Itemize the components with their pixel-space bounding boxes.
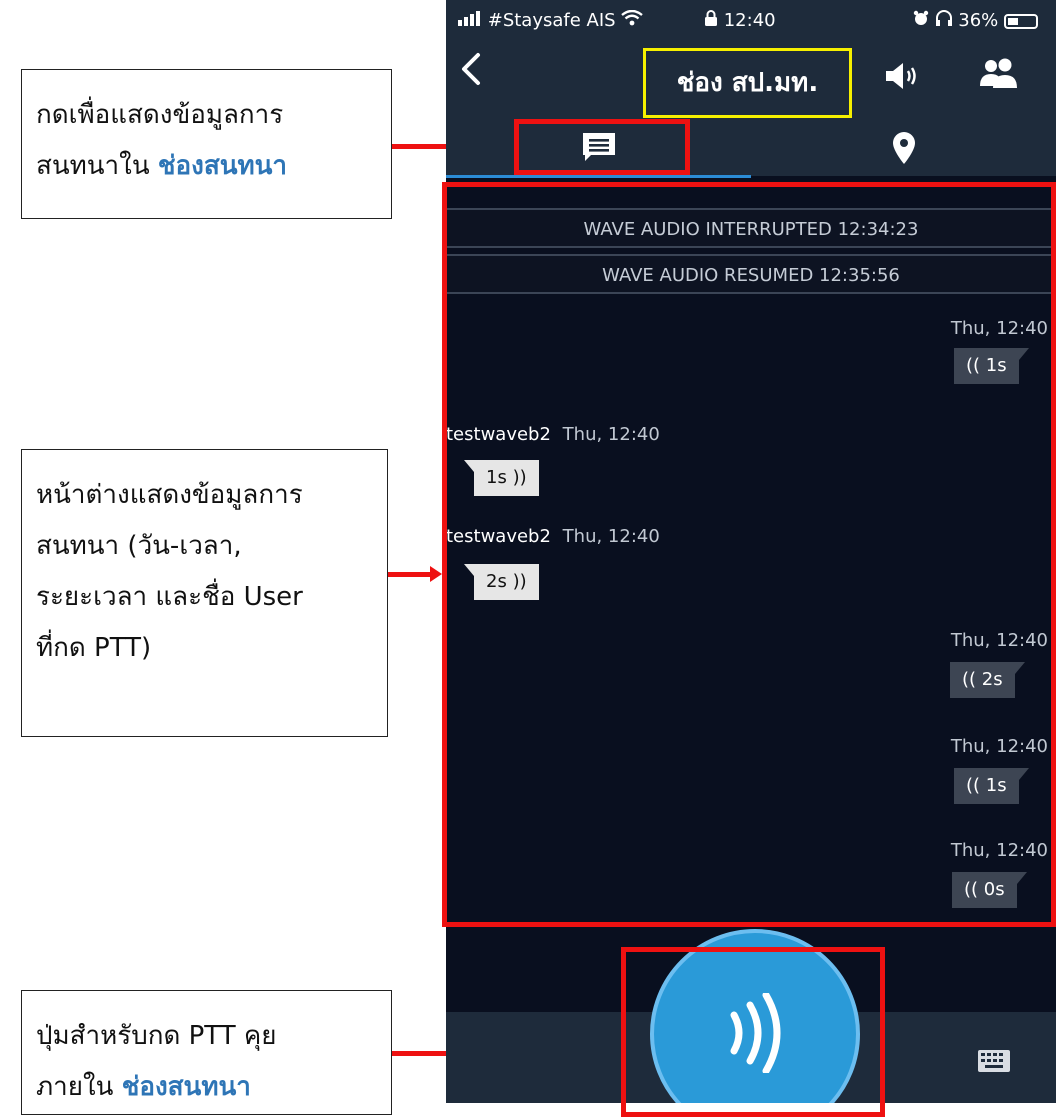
- lock-icon: [704, 10, 724, 31]
- message-timestamp: Thu, 12:40: [950, 736, 1048, 757]
- chat-icon: [581, 131, 617, 167]
- voice-message-bubble[interactable]: 2s )): [464, 564, 539, 600]
- voice-message-bubble[interactable]: (( 2s: [950, 662, 1025, 698]
- message-duration: 2s: [486, 571, 507, 592]
- message-duration: 1s: [486, 467, 507, 488]
- annotation-text: สนทนา (วัน-เวลา,: [36, 531, 242, 561]
- voice-message-bubble[interactable]: 1s )): [464, 460, 539, 496]
- tab-map[interactable]: [751, 122, 1056, 178]
- battery-icon: [1004, 13, 1038, 29]
- annotation-text: สนทนาใน: [36, 151, 158, 181]
- annotation-text: หน้าต่างแสดงข้อมูลการ: [36, 480, 303, 510]
- annotation-text: กดเพื่อแสดงข้อมูลการ: [36, 100, 284, 130]
- headphones-icon: [935, 10, 959, 31]
- message-timestamp: Thu, 12:40: [562, 526, 660, 547]
- annotation-chat-tab: กดเพื่อแสดงข้อมูลการ สนทนาใน ช่องสนทนา: [21, 69, 392, 219]
- sender-name: testwaveb2: [446, 424, 551, 445]
- annotation-text: ที่กด PTT): [36, 633, 152, 663]
- message-duration: 0s: [983, 879, 1005, 900]
- status-time-group: 12:40: [704, 10, 776, 31]
- sound-waves-icon: ((: [966, 355, 981, 376]
- annotation-arrow: [388, 566, 442, 582]
- sound-waves-icon: )): [512, 467, 527, 488]
- carrier-name: #Staysafe AIS: [487, 10, 616, 31]
- phone-screen: #Staysafe AIS 12:40 36% ช่อง สป.มท. WAVE…: [446, 0, 1056, 1103]
- keyboard-icon[interactable]: [978, 1050, 1010, 1076]
- wifi-icon: [621, 9, 644, 31]
- ptt-button[interactable]: [650, 929, 860, 1103]
- message-duration: 1s: [985, 775, 1007, 796]
- system-message: WAVE AUDIO INTERRUPTED 12:34:23: [446, 208, 1056, 248]
- voice-message-bubble[interactable]: (( 0s: [952, 872, 1027, 908]
- nav-bar: ช่อง สป.มท.: [446, 42, 1056, 122]
- alarm-icon: [913, 10, 935, 31]
- carrier-group: #Staysafe AIS: [458, 9, 644, 31]
- tab-chat[interactable]: [446, 122, 751, 178]
- sound-waves-icon: )): [512, 571, 527, 592]
- message-sender-line: testwaveb2 Thu, 12:40: [446, 424, 660, 445]
- sound-waves-icon: ((: [962, 669, 977, 690]
- message-timestamp: Thu, 12:40: [562, 424, 660, 445]
- system-message: WAVE AUDIO RESUMED 12:35:56: [446, 254, 1056, 294]
- back-icon[interactable]: [458, 48, 482, 97]
- annotation-highlight: ช่องสนทนา: [157, 151, 288, 181]
- sound-waves-icon: ((: [964, 879, 979, 900]
- annotation-ptt-button: ปุ่มสำหรับกด PTT คุย ภายใน ช่องสนทนา: [21, 990, 392, 1115]
- location-pin-icon: [892, 131, 916, 169]
- annotation-highlight: ช่องสนทนา: [121, 1072, 251, 1102]
- message-duration: 2s: [981, 669, 1003, 690]
- message-timestamp: Thu, 12:40: [950, 840, 1048, 861]
- signal-icon: [458, 10, 482, 31]
- users-icon[interactable]: [978, 56, 1018, 96]
- speaker-icon[interactable]: [884, 60, 920, 96]
- message-timestamp: Thu, 12:40: [950, 630, 1048, 651]
- sound-waves-icon: [724, 991, 794, 1077]
- annotation-text: ปุ่มสำหรับกด PTT คุย: [36, 1021, 277, 1051]
- annotation-chat-window: หน้าต่างแสดงข้อมูลการ สนทนา (วัน-เวลา, ร…: [21, 449, 388, 737]
- voice-message-bubble[interactable]: (( 1s: [954, 348, 1029, 384]
- message-sender-line: testwaveb2 Thu, 12:40: [446, 526, 660, 547]
- status-time: 12:40: [723, 10, 776, 31]
- message-duration: 1s: [985, 355, 1007, 376]
- annotation-text: ภายใน: [36, 1072, 122, 1102]
- annotation-text: ภายใน ช่องสนทนา: [36, 1062, 377, 1113]
- annotation-text: สนทนาใน ช่องสนทนา: [36, 141, 377, 192]
- sender-name: testwaveb2: [446, 526, 551, 547]
- status-right-group: 36%: [913, 10, 1038, 31]
- sound-waves-icon: ((: [966, 775, 981, 796]
- status-bar: #Staysafe AIS 12:40 36%: [446, 0, 1056, 42]
- battery-percent: 36%: [958, 10, 999, 31]
- tab-bar: [446, 122, 1056, 178]
- channel-title: ช่อง สป.มท.: [643, 48, 852, 118]
- voice-message-bubble[interactable]: (( 1s: [954, 768, 1029, 804]
- message-timestamp: Thu, 12:40: [950, 318, 1048, 339]
- annotation-text: ระยะเวลา และชื่อ User: [36, 582, 303, 612]
